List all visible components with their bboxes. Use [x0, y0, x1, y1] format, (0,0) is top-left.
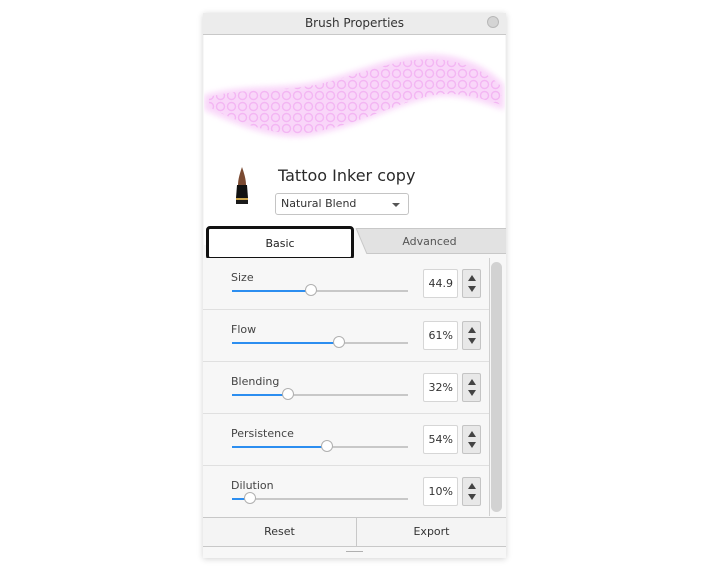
- slider-fill: [232, 342, 340, 344]
- setting-label: Flow: [231, 323, 257, 336]
- scrollbar[interactable]: [491, 262, 502, 512]
- slider-track[interactable]: [232, 388, 408, 400]
- arrow-down-icon[interactable]: [468, 442, 476, 448]
- arrow-up-icon[interactable]: [468, 431, 476, 437]
- slider-thumb[interactable]: [243, 492, 256, 504]
- close-icon[interactable]: [487, 16, 499, 28]
- arrow-up-icon[interactable]: [468, 379, 476, 385]
- settings-list: Size 44.9 Flow 61% Blending 32% Persistence 54%…: [203, 258, 489, 516]
- arrow-up-icon[interactable]: [468, 275, 476, 281]
- slider-thumb[interactable]: [333, 336, 346, 348]
- slider-track[interactable]: [232, 284, 408, 296]
- setting-row-blending: Blending 32%: [203, 362, 489, 414]
- value-input[interactable]: 44.9: [423, 269, 458, 298]
- value-stepper[interactable]: [462, 269, 481, 298]
- tab-advanced[interactable]: Advanced: [353, 228, 506, 254]
- tab-basic-label: Basic: [265, 237, 295, 250]
- value-stepper[interactable]: [462, 477, 481, 506]
- arrow-up-icon[interactable]: [468, 327, 476, 333]
- setting-label: Size: [231, 271, 254, 284]
- setting-row-size: Size 44.9: [203, 258, 489, 310]
- arrow-down-icon[interactable]: [468, 494, 476, 500]
- window-title: Brush Properties: [304, 16, 405, 30]
- reset-button[interactable]: Reset: [203, 518, 357, 546]
- value-stepper[interactable]: [462, 425, 481, 454]
- arrow-up-icon[interactable]: [468, 483, 476, 489]
- resize-grip[interactable]: [346, 551, 363, 552]
- brush-name: Tattoo Inker copy: [278, 166, 416, 185]
- slider-thumb[interactable]: [282, 388, 295, 400]
- arrow-down-icon[interactable]: [468, 286, 476, 292]
- tab-advanced-label: Advanced: [402, 235, 457, 248]
- setting-label: Blending: [231, 375, 280, 388]
- divider: [489, 258, 490, 516]
- slider-track[interactable]: [232, 440, 408, 452]
- export-button[interactable]: Export: [357, 518, 506, 546]
- setting-row-flow: Flow 61%: [203, 310, 489, 362]
- setting-row-persistence: Persistence 54%: [203, 414, 489, 466]
- value-stepper[interactable]: [462, 321, 481, 350]
- setting-label: Dilution: [231, 479, 274, 492]
- slider-track[interactable]: [232, 336, 408, 348]
- blend-mode-value: Natural Blend: [281, 197, 357, 210]
- value-input[interactable]: 61%: [423, 321, 458, 350]
- tab-basic[interactable]: Basic: [206, 226, 354, 260]
- slider-track[interactable]: [232, 492, 408, 504]
- setting-row-dilution: Dilution 10%: [203, 466, 489, 516]
- slider-fill: [232, 446, 328, 448]
- footer-bar: Reset Export: [203, 517, 506, 547]
- value-input[interactable]: 32%: [423, 373, 458, 402]
- slider-fill: [232, 290, 312, 292]
- arrow-down-icon[interactable]: [468, 338, 476, 344]
- arrow-down-icon[interactable]: [468, 390, 476, 396]
- value-input[interactable]: 10%: [423, 477, 458, 506]
- setting-label: Persistence: [231, 427, 294, 440]
- tab-bar: Advanced Basic: [203, 226, 506, 260]
- value-input[interactable]: 54%: [423, 425, 458, 454]
- title-bar[interactable]: Brush Properties: [203, 13, 506, 35]
- tab-divider: [353, 228, 367, 254]
- ink-pen-brush-icon: [236, 167, 248, 204]
- slider-thumb[interactable]: [305, 284, 318, 296]
- blend-mode-dropdown[interactable]: Natural Blend: [275, 193, 409, 215]
- chevron-down-icon: [392, 203, 400, 207]
- slider-fill: [232, 394, 289, 396]
- slider-thumb[interactable]: [321, 440, 334, 452]
- brush-properties-panel: Brush Properties Tattoo Inker copy Natur…: [203, 13, 506, 558]
- value-stepper[interactable]: [462, 373, 481, 402]
